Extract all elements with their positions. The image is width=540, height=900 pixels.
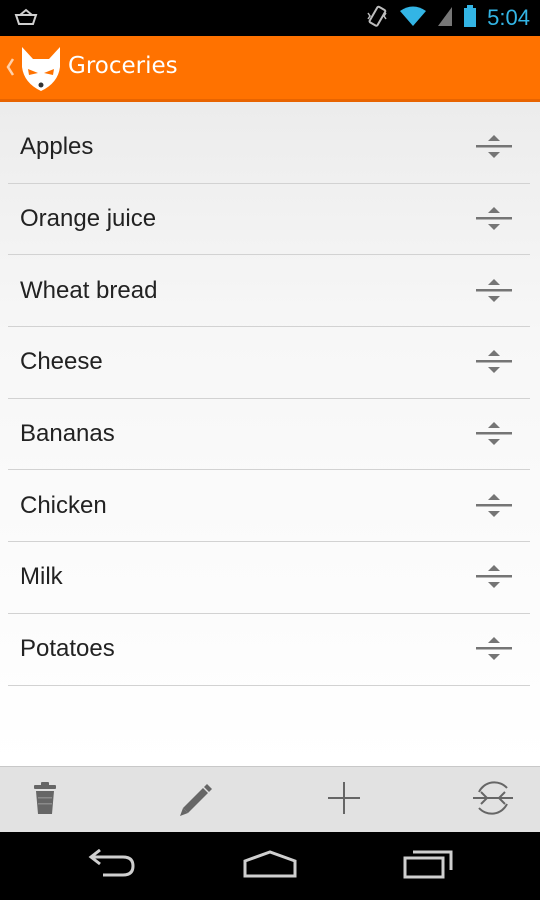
drag-handle-icon[interactable] bbox=[474, 276, 514, 306]
add-button[interactable] bbox=[299, 767, 389, 833]
item-label: Apples bbox=[20, 133, 94, 161]
list-item[interactable]: Potatoes bbox=[8, 614, 530, 686]
sync-icon bbox=[471, 778, 515, 822]
item-label: Milk bbox=[20, 563, 63, 591]
wifi-icon bbox=[399, 5, 427, 31]
list-item[interactable]: Milk bbox=[8, 542, 530, 614]
status-time: 5:04 bbox=[487, 5, 530, 30]
drag-handle-icon[interactable] bbox=[474, 204, 514, 234]
drag-handle-icon[interactable] bbox=[474, 491, 514, 521]
bottom-action-bar bbox=[0, 766, 540, 832]
grocery-list: Apples Orange juice Wheat bread Cheese B… bbox=[8, 112, 530, 686]
sync-button[interactable] bbox=[448, 767, 538, 833]
drag-handle-icon[interactable] bbox=[474, 419, 514, 449]
vibrate-icon bbox=[365, 4, 389, 32]
notification-basket-icon bbox=[14, 8, 38, 30]
up-caret-icon[interactable] bbox=[5, 56, 15, 82]
nav-home-button[interactable] bbox=[220, 832, 320, 900]
trash-icon bbox=[32, 781, 58, 819]
list-item[interactable]: Orange juice bbox=[8, 184, 530, 256]
item-label: Cheese bbox=[20, 348, 103, 376]
fox-logo-icon[interactable] bbox=[18, 45, 64, 97]
signal-icon bbox=[437, 5, 453, 31]
system-nav-bar bbox=[0, 832, 540, 900]
nav-back-button[interactable] bbox=[62, 832, 162, 900]
action-bar: Groceries bbox=[0, 36, 540, 102]
list-item[interactable]: Apples bbox=[8, 112, 530, 184]
page-title: Groceries bbox=[68, 53, 178, 79]
item-label: Bananas bbox=[20, 420, 115, 448]
delete-button[interactable] bbox=[0, 767, 90, 833]
item-label: Orange juice bbox=[20, 205, 157, 233]
plus-icon bbox=[326, 780, 362, 820]
list-item[interactable]: Wheat bread bbox=[8, 255, 530, 328]
list-container: Apples Orange juice Wheat bread Cheese B… bbox=[0, 102, 540, 766]
item-label: Wheat bread bbox=[20, 276, 158, 304]
edit-button[interactable] bbox=[150, 767, 240, 833]
home-icon bbox=[242, 849, 298, 883]
pencil-icon bbox=[175, 778, 215, 822]
item-label: Chicken bbox=[20, 491, 107, 519]
list-item[interactable]: Chicken bbox=[8, 470, 530, 543]
item-label: Potatoes bbox=[20, 635, 115, 663]
drag-handle-icon[interactable] bbox=[474, 634, 514, 664]
back-icon bbox=[87, 848, 137, 883]
list-item[interactable]: Bananas bbox=[8, 399, 530, 471]
drag-handle-icon[interactable] bbox=[474, 132, 514, 162]
drag-handle-icon[interactable] bbox=[474, 347, 514, 377]
drag-handle-icon[interactable] bbox=[474, 562, 514, 592]
list-item[interactable]: Cheese bbox=[8, 327, 530, 399]
nav-recents-button[interactable] bbox=[378, 832, 478, 900]
status-bar: 5:04 bbox=[0, 0, 540, 36]
recents-icon bbox=[402, 848, 454, 884]
battery-icon bbox=[463, 4, 477, 32]
